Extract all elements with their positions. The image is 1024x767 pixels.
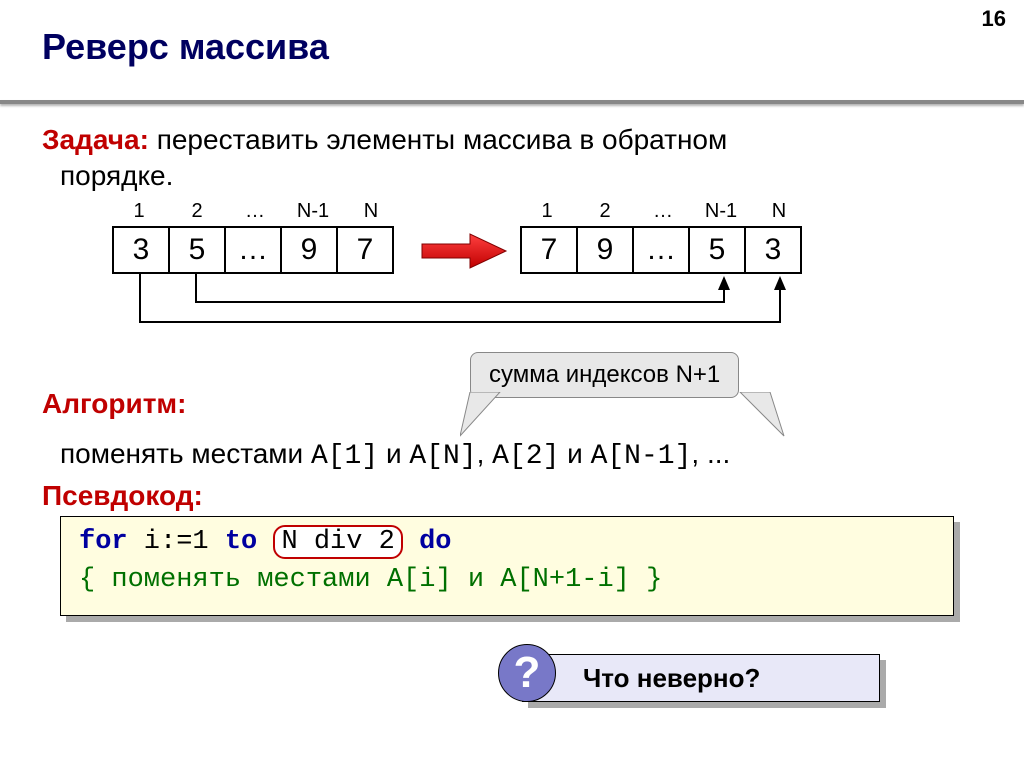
task-text-2: порядке. [60, 160, 173, 192]
arr-cell: 7 [338, 228, 392, 272]
idx-cell: 2 [576, 200, 634, 223]
swap-an1: A[N-1] [591, 441, 692, 472]
swap-a2: A[2] [492, 441, 559, 472]
idx-cell: N [750, 200, 808, 223]
arr-cell: 3 [114, 228, 170, 272]
idx-cell: 1 [518, 200, 576, 223]
task-text-1: переставить элементы массива в обратном [149, 124, 727, 155]
balloon-pointer-icon [460, 392, 800, 442]
swap-a1: A[1] [311, 441, 378, 472]
arr-cell: … [634, 228, 690, 272]
swap-prefix: поменять местами [60, 438, 311, 469]
pseudocode-label: Псевдокод: [42, 480, 203, 512]
swap-and2: и [559, 438, 590, 469]
slide-title: Реверс массива [42, 26, 329, 68]
arr-cell: 5 [170, 228, 226, 272]
kw-to: to [225, 527, 257, 557]
title-divider [0, 100, 1024, 104]
swap-description: поменять местами A[1] и A[N], A[2] и A[N… [60, 438, 730, 472]
idx-cell: N [342, 200, 400, 223]
left-array-indices: 1 2 … N-1 N [110, 200, 400, 223]
arr-cell: 7 [522, 228, 578, 272]
idx-cell: … [634, 200, 692, 223]
transform-arrow-icon [420, 232, 510, 270]
right-array-indices: 1 2 … N-1 N [518, 200, 808, 223]
task-line: Задача: переставить элементы массива в о… [42, 124, 727, 156]
question-text: Что неверно? [583, 663, 760, 694]
arr-cell: 9 [282, 228, 338, 272]
swap-an: A[N] [409, 441, 476, 472]
arr-cell: 3 [746, 228, 800, 272]
kw-do: do [419, 527, 451, 557]
arr-cell: … [226, 228, 282, 272]
swap-tail: , ... [691, 438, 730, 469]
idx-cell: N-1 [692, 200, 750, 223]
code-line-2: { поменять местами A[i] и A[N+1-i] } [79, 565, 935, 595]
code-highlight: N div 2 [273, 525, 402, 559]
swap-arrows-icon [100, 272, 820, 352]
idx-cell: N-1 [284, 200, 342, 223]
question-icon: ? [498, 644, 556, 702]
code-line-1: for i:=1 to N div 2 do [79, 527, 935, 557]
arr-cell: 9 [578, 228, 634, 272]
swap-and1: и [378, 438, 409, 469]
task-label: Задача: [42, 124, 149, 155]
arr-cell: 5 [690, 228, 746, 272]
idx-cell: 1 [110, 200, 168, 223]
question-box: Что неверно? [522, 654, 880, 702]
idx-cell: … [226, 200, 284, 223]
code-ivar: i:=1 [128, 527, 225, 557]
idx-cell: 2 [168, 200, 226, 223]
left-array: 3 5 … 9 7 [112, 226, 394, 274]
codebox: for i:=1 to N div 2 do { поменять местам… [60, 516, 954, 616]
right-array: 7 9 … 5 3 [520, 226, 802, 274]
algorithm-label: Алгоритм: [42, 388, 186, 420]
kw-for: for [79, 527, 128, 557]
swap-sep: , [477, 438, 493, 469]
page-number: 16 [982, 6, 1006, 32]
balloon-callout: сумма индексов N+1 [470, 352, 739, 398]
